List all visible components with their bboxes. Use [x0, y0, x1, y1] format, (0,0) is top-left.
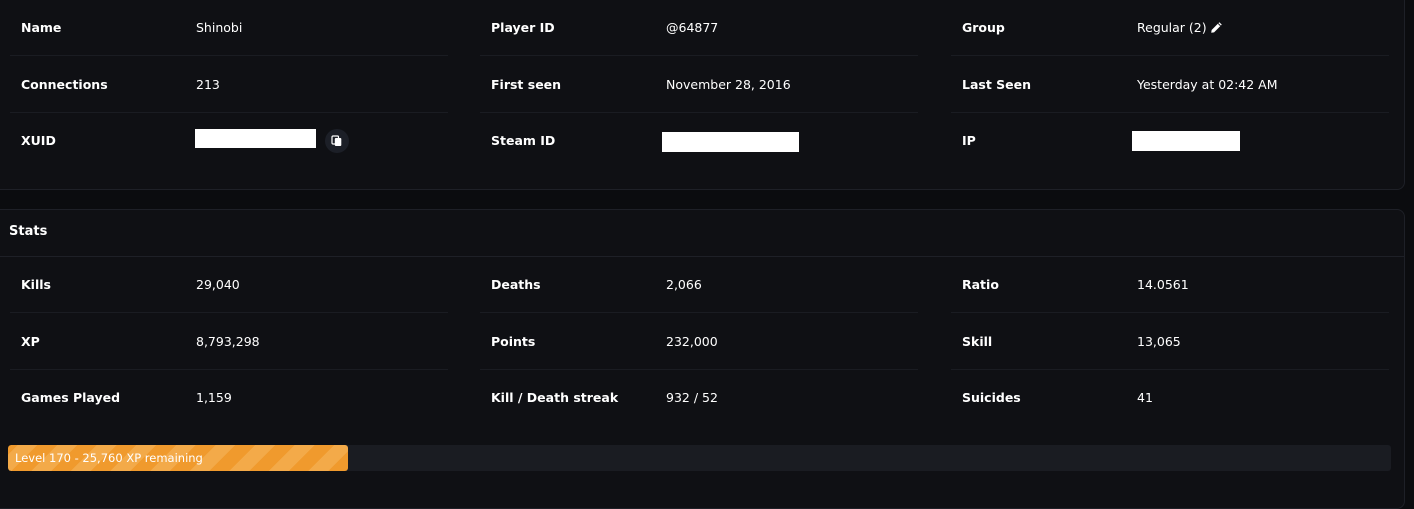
steam-id-label: Steam ID — [491, 133, 556, 148]
name-value: Shinobi — [196, 20, 243, 35]
stat-kills: Kills 29,040 — [10, 257, 448, 313]
group-value-wrap: Regular (2) — [1137, 0, 1223, 58]
stats-title: Stats — [9, 224, 48, 239]
games-played-value: 1,159 — [196, 390, 232, 405]
xuid-label: XUID — [21, 133, 56, 148]
row-divider — [10, 55, 448, 56]
row-divider — [951, 312, 1389, 313]
last-seen-label: Last Seen — [962, 77, 1032, 92]
level-progress-label: Level 170 - 25,760 XP remaining — [15, 451, 203, 465]
skill-value: 13,065 — [1137, 334, 1181, 349]
copy-icon — [331, 135, 342, 146]
stat-streak: Kill / Death streak 932 / 52 — [480, 370, 918, 426]
deaths-value: 2,066 — [666, 277, 702, 292]
stat-points: Points 232,000 — [480, 314, 918, 370]
connections-label: Connections — [21, 77, 108, 92]
name-label: Name — [21, 20, 62, 35]
player-id-label: Player ID — [491, 20, 555, 35]
copy-xuid-button[interactable] — [325, 129, 349, 153]
stat-games-played: Games Played 1,159 — [10, 370, 448, 426]
xp-label: XP — [21, 334, 40, 349]
stat-skill: Skill 13,065 — [951, 314, 1389, 370]
last-seen-value: Yesterday at 02:42 AM — [1137, 77, 1278, 92]
stat-deaths: Deaths 2,066 — [480, 257, 918, 313]
suicides-value: 41 — [1137, 390, 1153, 405]
kills-label: Kills — [21, 277, 51, 292]
steam-id-redacted-value — [662, 132, 799, 152]
points-label: Points — [491, 334, 536, 349]
ratio-value: 14.0561 — [1137, 277, 1189, 292]
info-cell-ip: IP — [951, 113, 1389, 169]
group-value: Regular (2) — [1137, 20, 1207, 35]
info-cell-xuid: XUID — [10, 113, 448, 169]
games-played-label: Games Played — [21, 390, 121, 405]
stat-xp: XP 8,793,298 — [10, 314, 448, 370]
info-cell-last-seen: Last Seen Yesterday at 02:42 AM — [951, 57, 1389, 113]
deaths-label: Deaths — [491, 277, 541, 292]
player-id-value: @64877 — [666, 20, 719, 35]
skill-label: Skill — [962, 334, 993, 349]
points-value: 232,000 — [666, 334, 718, 349]
xp-value: 8,793,298 — [196, 334, 260, 349]
info-cell-player-id: Player ID @64877 — [480, 0, 918, 56]
streak-value: 932 / 52 — [666, 390, 718, 405]
ip-redacted-value — [1132, 131, 1240, 151]
row-divider — [10, 312, 448, 313]
info-cell-first-seen: First seen November 28, 2016 — [480, 57, 918, 113]
kills-value: 29,040 — [196, 277, 240, 292]
row-divider — [480, 312, 918, 313]
pencil-icon[interactable] — [1210, 2, 1223, 58]
first-seen-label: First seen — [491, 77, 562, 92]
info-cell-steam-id: Steam ID — [480, 113, 918, 169]
group-label: Group — [962, 20, 1005, 35]
info-cell-name: Name Shinobi — [10, 0, 448, 56]
first-seen-value: November 28, 2016 — [666, 77, 791, 92]
streak-label: Kill / Death streak — [491, 390, 619, 405]
xuid-redacted-value — [195, 129, 316, 148]
connections-value: 213 — [196, 77, 220, 92]
player-info-card: Name Shinobi Player ID @64877 Group Regu… — [0, 0, 1405, 190]
row-divider — [480, 55, 918, 56]
suicides-label: Suicides — [962, 390, 1021, 405]
info-cell-group: Group Regular (2) — [951, 0, 1389, 56]
ip-label: IP — [962, 133, 976, 148]
stat-ratio: Ratio 14.0561 — [951, 257, 1389, 313]
row-divider — [951, 55, 1389, 56]
ratio-label: Ratio — [962, 277, 999, 292]
stat-suicides: Suicides 41 — [951, 370, 1389, 426]
level-progress-bar: Level 170 - 25,760 XP remaining — [8, 445, 1391, 471]
info-cell-connections: Connections 213 — [10, 57, 448, 113]
